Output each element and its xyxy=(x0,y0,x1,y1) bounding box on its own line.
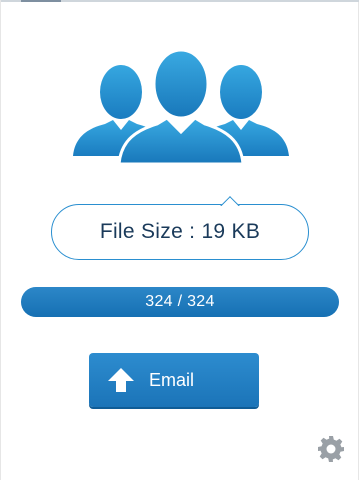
top-edge xyxy=(1,0,359,2)
email-button-label: Email xyxy=(149,370,195,390)
backup-screen: File Size : 19 KB 324 / 324 Email xyxy=(0,0,359,480)
bubble-pointer xyxy=(220,193,240,206)
progress-bar: 324 / 324 xyxy=(21,287,339,317)
progress-count: 324 / 324 xyxy=(145,293,215,310)
file-size-bubble: File Size : 19 KB xyxy=(51,204,309,260)
up-arrow-icon xyxy=(108,368,134,392)
email-button[interactable]: Email xyxy=(89,353,259,407)
gear-icon[interactable] xyxy=(317,435,345,463)
contacts-group-icon xyxy=(73,48,289,166)
file-size-label: File Size : 19 KB xyxy=(99,220,261,243)
